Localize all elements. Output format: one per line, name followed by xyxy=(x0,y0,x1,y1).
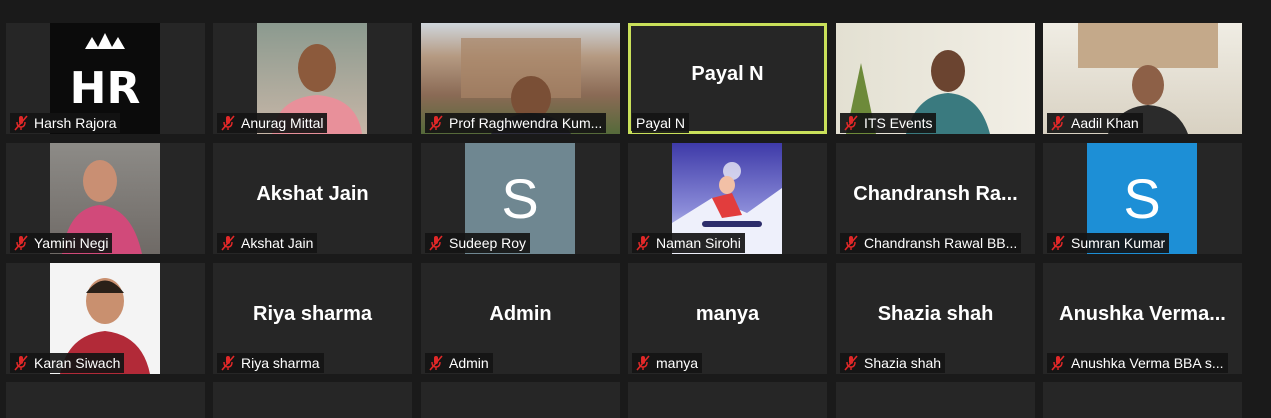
participant-tile-partial[interactable] xyxy=(421,382,620,418)
participant-name-label: Payal N xyxy=(632,113,690,133)
participant-display-name: manya xyxy=(695,303,760,325)
mic-muted-icon xyxy=(1051,355,1065,371)
participant-name-label: Shazia shah xyxy=(840,353,946,373)
mic-muted-icon xyxy=(14,355,28,371)
mic-muted-icon xyxy=(636,355,650,371)
participant-name: Anushka Verma BBA s... xyxy=(1071,355,1224,371)
mic-muted-icon xyxy=(221,355,235,371)
participant-name-label: manya xyxy=(632,353,703,373)
mic-muted-icon xyxy=(221,115,235,131)
participant-name-label: Chandransh Rawal BB... xyxy=(840,233,1022,253)
participant-tile[interactable]: Karan Siwach xyxy=(6,263,205,374)
participant-name-label: Yamini Negi xyxy=(10,233,113,253)
mic-muted-icon xyxy=(429,355,443,371)
participant-name: Anurag Mittal xyxy=(241,115,324,131)
participant-display-name: Anushka Verma... xyxy=(1059,303,1226,325)
participant-display-name: Admin xyxy=(489,303,552,325)
participant-name: Admin xyxy=(449,355,489,371)
participant-name-label: ITS Events xyxy=(840,113,937,133)
mic-muted-icon xyxy=(1051,115,1065,131)
participant-name-label: Anushka Verma BBA s... xyxy=(1047,353,1228,373)
participant-tile-partial[interactable] xyxy=(836,382,1035,418)
mic-muted-icon xyxy=(844,355,858,371)
participant-tile[interactable]: Naman Sirohi xyxy=(628,143,827,254)
participant-name: Harsh Rajora xyxy=(34,115,117,131)
mic-muted-icon xyxy=(1051,235,1065,251)
participant-name: Payal N xyxy=(636,115,686,131)
participant-tile[interactable]: Shazia shah Shazia shah xyxy=(836,263,1035,374)
participant-name: Chandransh Rawal BB... xyxy=(864,235,1018,251)
participant-tile[interactable]: Riya sharma Riya sharma xyxy=(213,263,412,374)
participant-name-label: Sudeep Roy xyxy=(425,233,531,253)
mic-muted-icon xyxy=(844,115,858,131)
mic-muted-icon xyxy=(844,235,858,251)
participant-name: Riya sharma xyxy=(241,355,320,371)
participant-tile[interactable]: S Sumran Kumar xyxy=(1043,143,1242,254)
participant-name: Shazia shah xyxy=(864,355,942,371)
participant-tile-partial[interactable] xyxy=(1043,382,1242,418)
participant-name: Sudeep Roy xyxy=(449,235,527,251)
mic-muted-icon xyxy=(429,235,443,251)
participant-display-name: Akshat Jain xyxy=(256,183,369,205)
participant-name-label: Prof Raghwendra Kum... xyxy=(425,113,607,133)
participant-name-label: Riya sharma xyxy=(217,353,324,373)
participant-name-label: Admin xyxy=(425,353,493,373)
participant-tile[interactable]: manya manya xyxy=(628,263,827,374)
participant-tile[interactable]: Anurag Mittal xyxy=(213,23,412,134)
participant-name: Prof Raghwendra Kum... xyxy=(449,115,603,131)
participant-tile[interactable]: HR Harsh Rajora xyxy=(6,23,205,134)
participant-display-name: Riya sharma xyxy=(253,303,372,325)
participant-tile[interactable]: Chandransh Ra... Chandransh Rawal BB... xyxy=(836,143,1035,254)
participant-name: Naman Sirohi xyxy=(656,235,741,251)
participant-name-label: Harsh Rajora xyxy=(10,113,121,133)
mic-muted-icon xyxy=(14,115,28,131)
participant-name: Akshat Jain xyxy=(241,235,314,251)
participant-tile[interactable]: ITS Events xyxy=(836,23,1035,134)
participant-display-name: Payal N xyxy=(691,63,764,85)
participant-tile[interactable]: Payal N Payal N xyxy=(628,23,827,134)
participant-tile-partial[interactable] xyxy=(213,382,412,418)
participant-name-label: Anurag Mittal xyxy=(217,113,328,133)
participant-tile[interactable]: Aadil Khan xyxy=(1043,23,1242,134)
mic-muted-icon xyxy=(221,235,235,251)
participant-name: Aadil Khan xyxy=(1071,115,1139,131)
participant-tile[interactable]: Akshat Jain Akshat Jain xyxy=(213,143,412,254)
participant-display-name: Chandransh Ra... xyxy=(853,183,1018,205)
participant-tile-partial[interactable] xyxy=(6,382,205,418)
participant-display-name: Shazia shah xyxy=(877,303,994,325)
participant-tile[interactable]: Prof Raghwendra Kum... xyxy=(421,23,620,134)
participant-name: manya xyxy=(656,355,699,371)
participant-name: ITS Events xyxy=(864,115,933,131)
participant-tile-partial[interactable] xyxy=(628,382,827,418)
participant-name: Sumran Kumar xyxy=(1071,235,1166,251)
participant-name-label: Naman Sirohi xyxy=(632,233,745,253)
participant-name-label: Karan Siwach xyxy=(10,353,125,373)
mic-muted-icon xyxy=(14,235,28,251)
participant-tile[interactable]: Anushka Verma... Anushka Verma BBA s... xyxy=(1043,263,1242,374)
participant-name: Yamini Negi xyxy=(34,235,109,251)
participant-name: Karan Siwach xyxy=(34,355,121,371)
participant-name-label: Aadil Khan xyxy=(1047,113,1143,133)
participant-tile[interactable]: Admin Admin xyxy=(421,263,620,374)
mic-muted-icon xyxy=(636,235,650,251)
participant-tile[interactable]: S Sudeep Roy xyxy=(421,143,620,254)
mic-muted-icon xyxy=(429,115,443,131)
participant-name-label: Sumran Kumar xyxy=(1047,233,1170,253)
participant-tile[interactable]: Yamini Negi xyxy=(6,143,205,254)
svg-text:HR: HR xyxy=(70,63,141,114)
participant-name-label: Akshat Jain xyxy=(217,233,318,253)
